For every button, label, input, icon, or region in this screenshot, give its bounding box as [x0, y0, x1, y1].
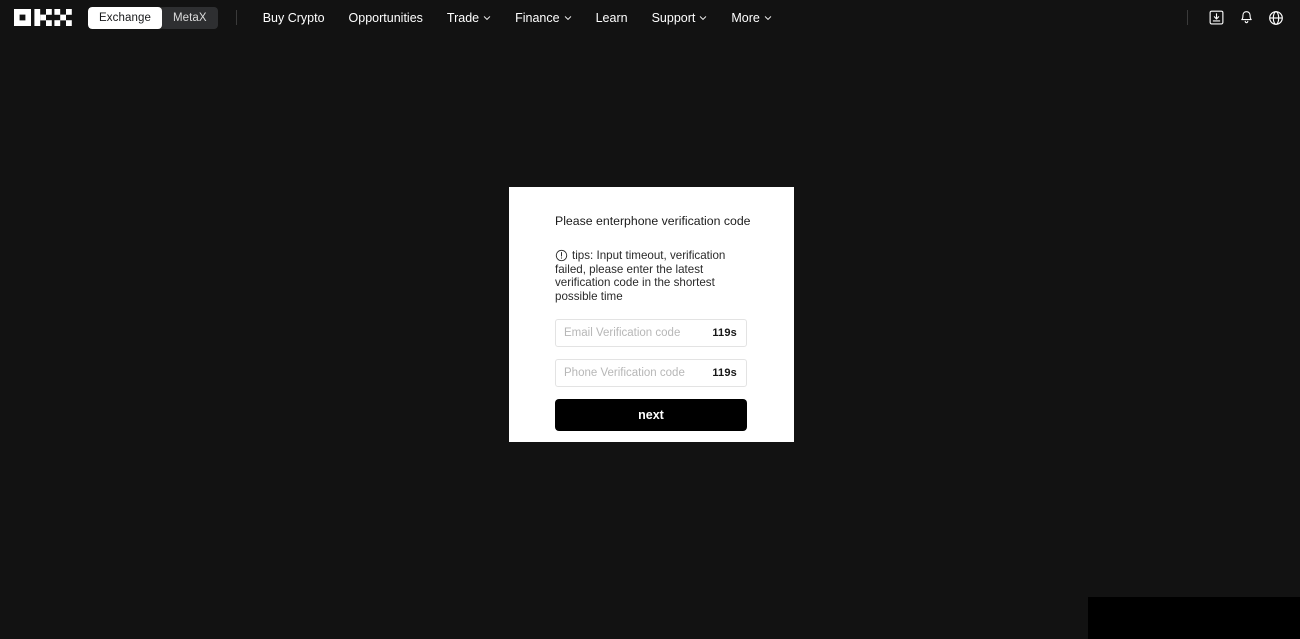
chevron-down-icon: [699, 14, 707, 22]
download-app-button[interactable]: [1202, 4, 1230, 32]
nav-item-support-label: Support: [652, 11, 696, 25]
modal-tips-text: tips: Input timeout, verification failed…: [555, 249, 725, 303]
modal-title: Please enterphone verification code: [555, 213, 749, 229]
phone-verification-code-input[interactable]: [556, 360, 686, 386]
download-app-icon: [1209, 10, 1224, 25]
corner-overlay-panel: [1088, 597, 1300, 639]
header-actions-divider: [1187, 10, 1188, 25]
nav-item-learn[interactable]: Learn: [584, 0, 640, 35]
phone-verification-code-field[interactable]: 119s: [555, 359, 747, 387]
top-navigation-bar: Exchange MetaX Buy Crypto Opportunities …: [0, 0, 1300, 35]
segment-metax-label: MetaX: [173, 12, 207, 24]
nav-item-support[interactable]: Support: [640, 0, 720, 35]
chevron-down-icon: [564, 14, 572, 22]
nav-item-finance[interactable]: Finance: [503, 0, 583, 35]
product-switcher[interactable]: Exchange MetaX: [88, 7, 218, 29]
email-verification-code-field[interactable]: 119s: [555, 319, 747, 347]
header-actions: [1187, 0, 1290, 35]
verification-modal-body: Please enterphone verification code tips…: [509, 187, 794, 431]
email-code-countdown[interactable]: 119s: [712, 327, 737, 339]
next-button-label: next: [638, 408, 664, 422]
nav-item-finance-label: Finance: [515, 11, 559, 25]
chevron-down-icon: [483, 14, 491, 22]
nav-item-trade[interactable]: Trade: [435, 0, 503, 35]
nav-item-opportunities[interactable]: Opportunities: [337, 0, 435, 35]
segment-exchange-label: Exchange: [99, 12, 151, 24]
main-nav: Buy Crypto Opportunities Trade Finance L…: [251, 0, 784, 35]
nav-item-buy-crypto[interactable]: Buy Crypto: [251, 0, 337, 35]
page-root: Exchange MetaX Buy Crypto Opportunities …: [0, 0, 1300, 639]
language-button[interactable]: [1262, 4, 1290, 32]
globe-icon: [1268, 10, 1284, 26]
email-verification-code-input[interactable]: [556, 320, 686, 346]
okx-logo[interactable]: [14, 9, 72, 26]
segment-exchange[interactable]: Exchange: [88, 7, 162, 29]
nav-item-opportunities-label: Opportunities: [349, 11, 423, 25]
header-divider: [236, 10, 237, 25]
nav-item-trade-label: Trade: [447, 11, 479, 25]
bell-icon: [1239, 10, 1254, 25]
segment-metax[interactable]: MetaX: [162, 7, 218, 29]
next-button[interactable]: next: [555, 399, 747, 431]
chevron-down-icon: [764, 14, 772, 22]
nav-item-more[interactable]: More: [719, 0, 783, 35]
exclamation-circle-icon: [555, 249, 568, 262]
modal-tips: tips: Input timeout, verification failed…: [555, 249, 751, 303]
phone-code-countdown[interactable]: 119s: [712, 367, 737, 379]
verification-modal: Please enterphone verification code tips…: [509, 187, 794, 442]
nav-item-more-label: More: [731, 11, 759, 25]
nav-item-buy-crypto-label: Buy Crypto: [263, 11, 325, 25]
notifications-button[interactable]: [1232, 4, 1260, 32]
nav-item-learn-label: Learn: [596, 11, 628, 25]
